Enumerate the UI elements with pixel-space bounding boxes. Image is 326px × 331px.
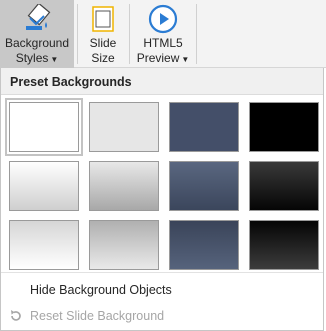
slide-size-button[interactable]: Slide Size	[80, 0, 126, 68]
menu-divider	[1, 272, 323, 273]
reset-icon	[11, 310, 21, 321]
html5-preview-button[interactable]: HTML5 Preview ▼	[132, 0, 194, 68]
slide-size-label-line1: Slide	[89, 36, 117, 50]
thumbnail	[89, 102, 159, 152]
background-styles-button[interactable]: Background Styles ▼	[0, 0, 74, 68]
thumbnail	[9, 220, 79, 270]
slide-size-label-line2: Size	[91, 51, 115, 65]
chevron-down-icon: ▼	[181, 55, 190, 64]
preset-background-gray-gradient[interactable]	[85, 157, 163, 215]
preset-background-slate-gradient[interactable]	[165, 157, 243, 215]
preset-background-slate-gradient-dark[interactable]	[165, 216, 243, 274]
html5-preview-label-line2: Preview ▼	[136, 51, 190, 65]
background-styles-label-line1: Background	[4, 36, 70, 50]
background-styles-dropdown: Preset Backgrounds Hide Background Objec…	[0, 68, 324, 331]
reset-slide-background-label: Reset Slide Background	[30, 309, 165, 323]
hide-background-objects-item[interactable]: Hide Background Objects	[1, 278, 323, 302]
thumbnail	[9, 161, 79, 211]
thumbnail	[249, 220, 319, 270]
background-styles-label-line2: Styles ▼	[15, 51, 59, 65]
thumbnail	[169, 220, 239, 270]
preset-background-white[interactable]	[5, 98, 83, 156]
reset-slide-background-item[interactable]: Reset Slide Background	[1, 304, 323, 328]
preset-background-black-gradient[interactable]	[245, 157, 323, 215]
preset-background-black-gradient-reverse[interactable]	[245, 216, 323, 274]
preset-background-white-gradient-reverse[interactable]	[5, 216, 83, 274]
thumbnail	[89, 161, 159, 211]
ribbon-separator	[77, 4, 78, 64]
html5-preview-label-line1: HTML5	[143, 36, 183, 50]
preset-background-black[interactable]	[245, 98, 323, 156]
preset-backgrounds-header: Preset Backgrounds	[1, 68, 323, 95]
preset-background-light-gray[interactable]	[85, 98, 163, 156]
thumbnail	[169, 161, 239, 211]
ribbon-separator	[129, 4, 130, 64]
thumbnail	[9, 102, 79, 152]
preset-background-slate-blue[interactable]	[165, 98, 243, 156]
slide-size-icon	[92, 6, 114, 32]
chevron-down-icon: ▼	[50, 55, 59, 64]
thumbnail	[249, 102, 319, 152]
paint-bucket-icon	[26, 4, 51, 30]
thumbnail	[89, 220, 159, 270]
thumbnail	[169, 102, 239, 152]
ribbon: Background Styles ▼ Slide Size HTML5 Prev…	[0, 0, 326, 68]
preset-background-white-gradient[interactable]	[5, 157, 83, 215]
ribbon-separator	[196, 4, 197, 64]
thumbnail	[249, 161, 319, 211]
play-circle-icon	[148, 4, 178, 34]
preset-background-gray-gradient-reverse[interactable]	[85, 216, 163, 274]
